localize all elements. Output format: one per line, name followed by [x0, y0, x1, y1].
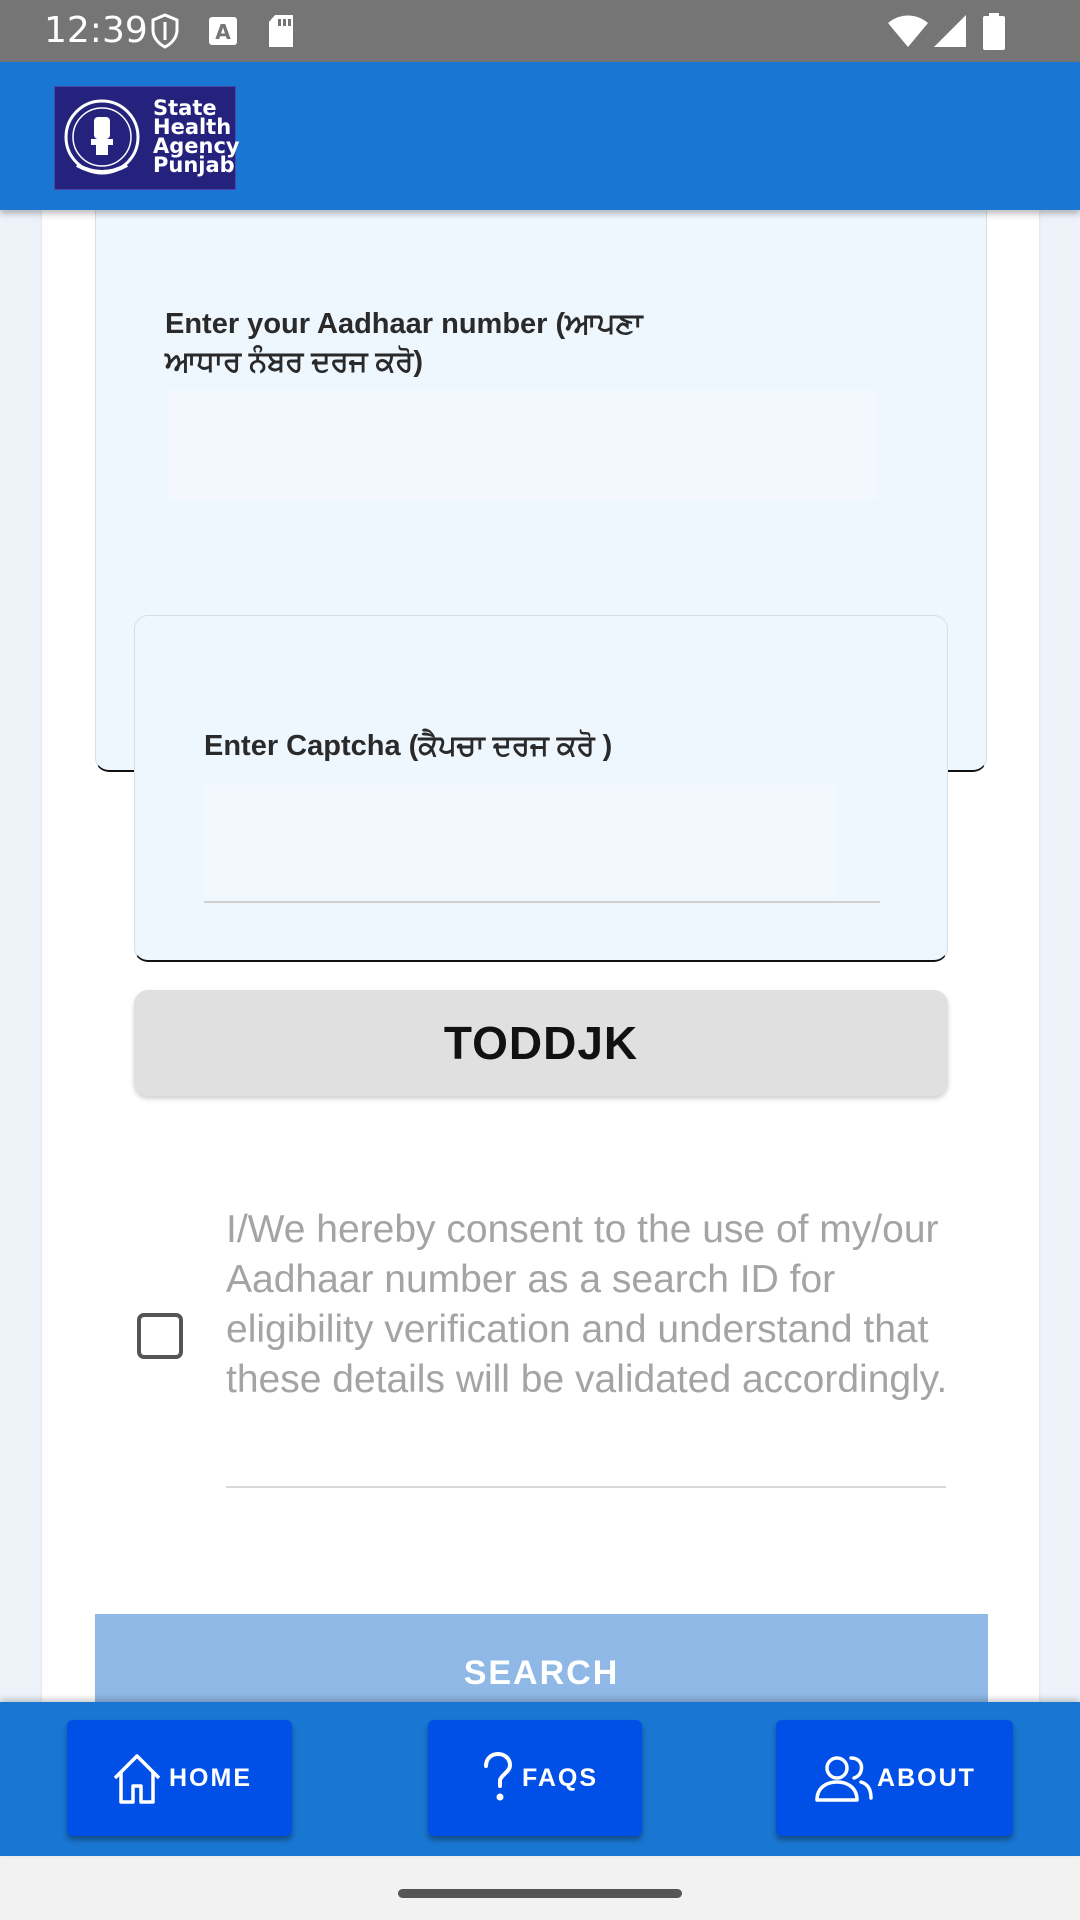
logo-line: Punjab [153, 153, 235, 177]
signal-icon [932, 13, 968, 54]
punjab-emblem-icon [63, 95, 141, 181]
state-health-agency-logo[interactable]: State Health Agency Punjab [54, 86, 240, 190]
help-icon [483, 1751, 512, 1801]
captcha-input-underline [204, 901, 880, 903]
home-button[interactable]: HOME [67, 1720, 292, 1836]
captcha-label: Enter Captcha (ਕੈਪਚਾ ਦਰਜ ਕਰੋ ) [204, 730, 613, 762]
captcha-input[interactable] [204, 785, 836, 897]
consent-divider [226, 1486, 946, 1488]
about-button[interactable]: ABOUT [776, 1720, 1013, 1836]
about-label: ABOUT [877, 1763, 976, 1792]
svg-text:A: A [215, 20, 231, 44]
aadhaar-input[interactable] [167, 390, 877, 500]
aadhaar-label: Enter your Aadhaar number (ਆਪਣਾ ਆਧਾਰ ਨੰਬ… [165, 308, 643, 378]
home-gesture-handle[interactable] [398, 1889, 682, 1898]
consent-checkbox[interactable] [137, 1313, 183, 1359]
battery-icon [982, 13, 1006, 56]
app-bar: State Health Agency Punjab [0, 62, 1080, 210]
search-button[interactable]: SEARCH [95, 1614, 988, 1702]
captcha-code[interactable]: TODDJK [134, 990, 948, 1096]
gesture-area [0, 1856, 1080, 1920]
shield-icon [150, 13, 180, 54]
logo-text: State Health Agency Punjab [153, 98, 240, 177]
people-icon [815, 1756, 873, 1802]
home-label: HOME [169, 1763, 252, 1792]
home-icon [113, 1754, 161, 1804]
consent-text: I/We hereby consent to the use of my/our… [226, 1208, 948, 1401]
faqs-button[interactable]: FAQS [428, 1720, 642, 1836]
main-content[interactable]: Enter your Aadhaar number (ਆਪਣਾ ਆਧਾਰ ਨੰਬ… [0, 210, 1080, 1702]
font-icon: A [208, 13, 238, 52]
wifi-icon [886, 13, 930, 54]
status-bar: 12:39 A [0, 0, 1080, 62]
bottom-nav: HOME FAQS ABOUT [0, 1702, 1080, 1856]
status-time: 12:39 [44, 10, 148, 51]
faqs-label: FAQS [521, 1763, 599, 1792]
sd-card-icon [266, 13, 296, 54]
